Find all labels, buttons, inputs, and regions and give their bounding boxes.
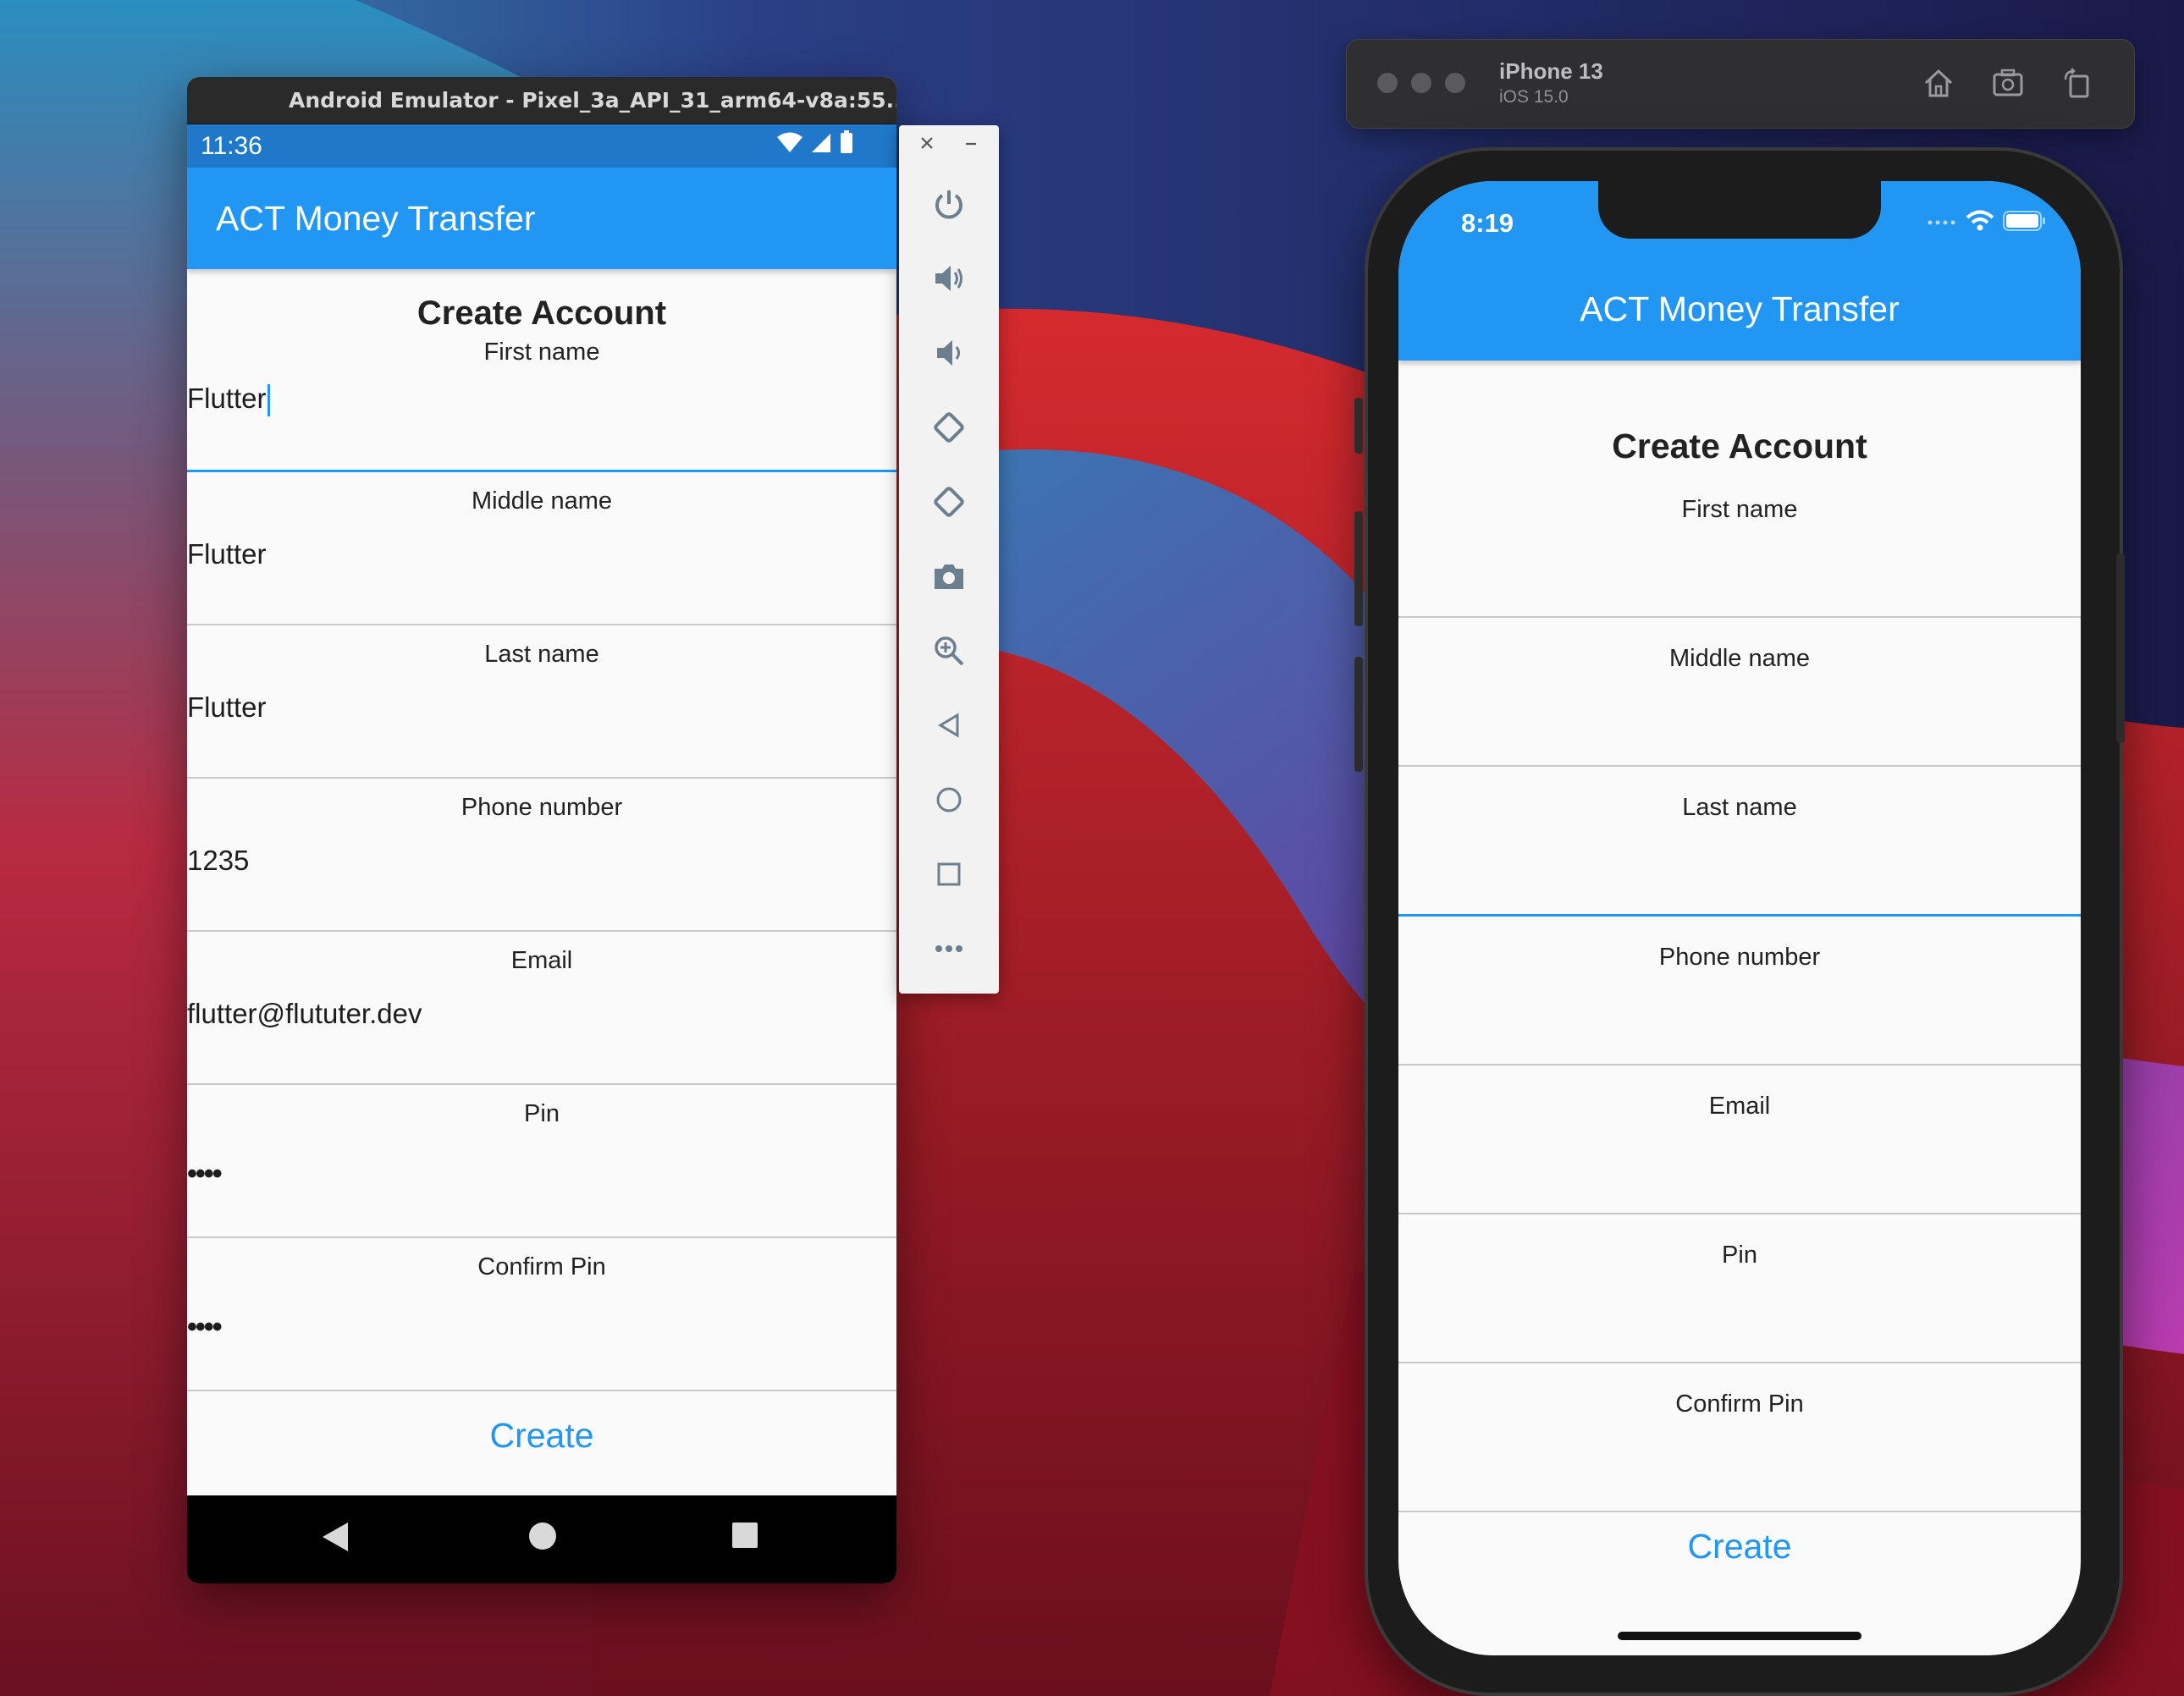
os-version: iOS 15.0	[1499, 87, 1569, 107]
signal-icon	[1927, 216, 1957, 231]
phone-number-field[interactable]: Phone number 1235	[187, 779, 896, 932]
pin-field[interactable]: Pin	[1398, 1214, 2081, 1363]
first-name-field[interactable]: First name Flutter	[187, 339, 896, 472]
status-time: 8:19	[1461, 208, 1514, 238]
phone-number-field[interactable]: Phone number	[1398, 917, 2081, 1066]
iphone-screen: 8:19 ACT Money Transfer Create Account F…	[1398, 181, 2081, 1655]
camera-icon[interactable]	[928, 555, 970, 597]
battery-icon	[839, 124, 854, 168]
wifi-icon	[776, 124, 803, 168]
window-minimize-button[interactable]	[1411, 73, 1431, 93]
nav-home-icon[interactable]	[527, 1521, 558, 1556]
create-button[interactable]: Create	[1398, 1527, 2081, 1567]
home-icon[interactable]	[928, 779, 970, 821]
overview-icon[interactable]	[928, 853, 970, 895]
text-cursor	[267, 384, 270, 417]
emulator-toolbar	[899, 125, 999, 994]
middle-name-field[interactable]: Middle name Flutter	[187, 472, 896, 625]
middle-name-field[interactable]: Middle name	[1398, 618, 2081, 767]
email-field[interactable]: Email flutter@flututer.dev	[187, 932, 896, 1085]
volume-up-button	[1354, 511, 1363, 626]
field-value: ••••	[187, 1158, 223, 1190]
field-label: Phone number	[461, 794, 623, 821]
field-label: Pin	[524, 1100, 560, 1127]
field-value: Flutter	[187, 538, 267, 570]
confirm-pin-field[interactable]: Confirm Pin	[1398, 1363, 2081, 1512]
rotate-left-icon[interactable]	[928, 406, 970, 449]
field-label: Middle name	[1668, 645, 1811, 672]
rotate-right-icon[interactable]	[928, 481, 970, 523]
simulator-toolbar: iPhone 13 iOS 15.0	[1346, 39, 2135, 129]
field-value: flutter@flututer.dev	[187, 998, 422, 1029]
field-label: Email	[510, 947, 573, 974]
volume-down-icon[interactable]	[928, 332, 970, 374]
field-label: Email	[1708, 1093, 1771, 1120]
zoom-icon[interactable]	[928, 630, 970, 672]
back-icon[interactable]	[928, 704, 970, 746]
field-value: Flutter	[187, 383, 267, 414]
page-title: Create Account	[416, 295, 667, 332]
screenshot-icon[interactable]	[1988, 63, 2027, 102]
field-label: Last name	[484, 641, 599, 668]
side-button	[2116, 553, 2125, 743]
nav-overview-icon[interactable]	[731, 1521, 759, 1554]
field-label: Middle name	[471, 487, 613, 515]
window-close-button[interactable]	[1377, 73, 1398, 93]
signal-icon	[810, 124, 832, 168]
rotate-icon[interactable]	[2058, 63, 2097, 102]
pin-field[interactable]: Pin ••••	[187, 1085, 896, 1238]
email-field[interactable]: Email	[1398, 1066, 2081, 1214]
field-value: 1235	[187, 845, 250, 876]
close-icon[interactable]	[919, 135, 935, 155]
create-button[interactable]: Create	[187, 1391, 896, 1495]
app-bar-title: ACT Money Transfer	[187, 168, 896, 269]
android-emulator-window: Android Emulator - Pixel_3a_API_31_arm64…	[187, 77, 896, 1583]
window-zoom-button[interactable]	[1445, 73, 1465, 93]
home-indicator[interactable]	[1618, 1632, 1861, 1640]
nav-back-icon[interactable]	[321, 1521, 350, 1557]
field-value: Flutter	[187, 691, 267, 723]
page-title: Create Account	[1612, 427, 1867, 465]
field-label: Last name	[1682, 794, 1797, 821]
minimize-icon[interactable]	[963, 135, 979, 155]
last-name-field[interactable]: Last name Flutter	[187, 625, 896, 779]
confirm-pin-field[interactable]: Confirm Pin ••••	[187, 1238, 896, 1391]
device-name: iPhone 13	[1499, 58, 1603, 84]
volume-down-button	[1354, 657, 1363, 772]
power-icon[interactable]	[928, 183, 970, 225]
android-status-bar: 11:36	[187, 124, 896, 168]
battery-icon	[2003, 210, 2047, 236]
field-label: Confirm Pin	[477, 1253, 606, 1280]
last-name-field[interactable]: Last name	[1398, 767, 2081, 917]
field-value: ••••	[187, 1311, 223, 1343]
mute-switch	[1354, 398, 1363, 454]
status-time: 11:36	[201, 132, 262, 160]
field-label: First name	[1681, 496, 1798, 523]
home-icon[interactable]	[1919, 63, 1958, 102]
field-label: Phone number	[1658, 944, 1821, 971]
first-name-field[interactable]: First name	[1398, 494, 2081, 618]
field-label: First name	[483, 339, 600, 366]
field-label: Confirm Pin	[1675, 1390, 1804, 1418]
notch	[1598, 181, 1881, 239]
app-bar-title: ACT Money Transfer	[1580, 289, 1900, 328]
more-icon[interactable]	[928, 928, 970, 970]
android-nav-bar	[187, 1495, 896, 1583]
volume-up-icon[interactable]	[928, 257, 970, 300]
field-label: Pin	[1722, 1242, 1757, 1269]
emulator-title: Android Emulator - Pixel_3a_API_31_arm64…	[187, 77, 896, 124]
wifi-icon	[1966, 210, 1994, 236]
